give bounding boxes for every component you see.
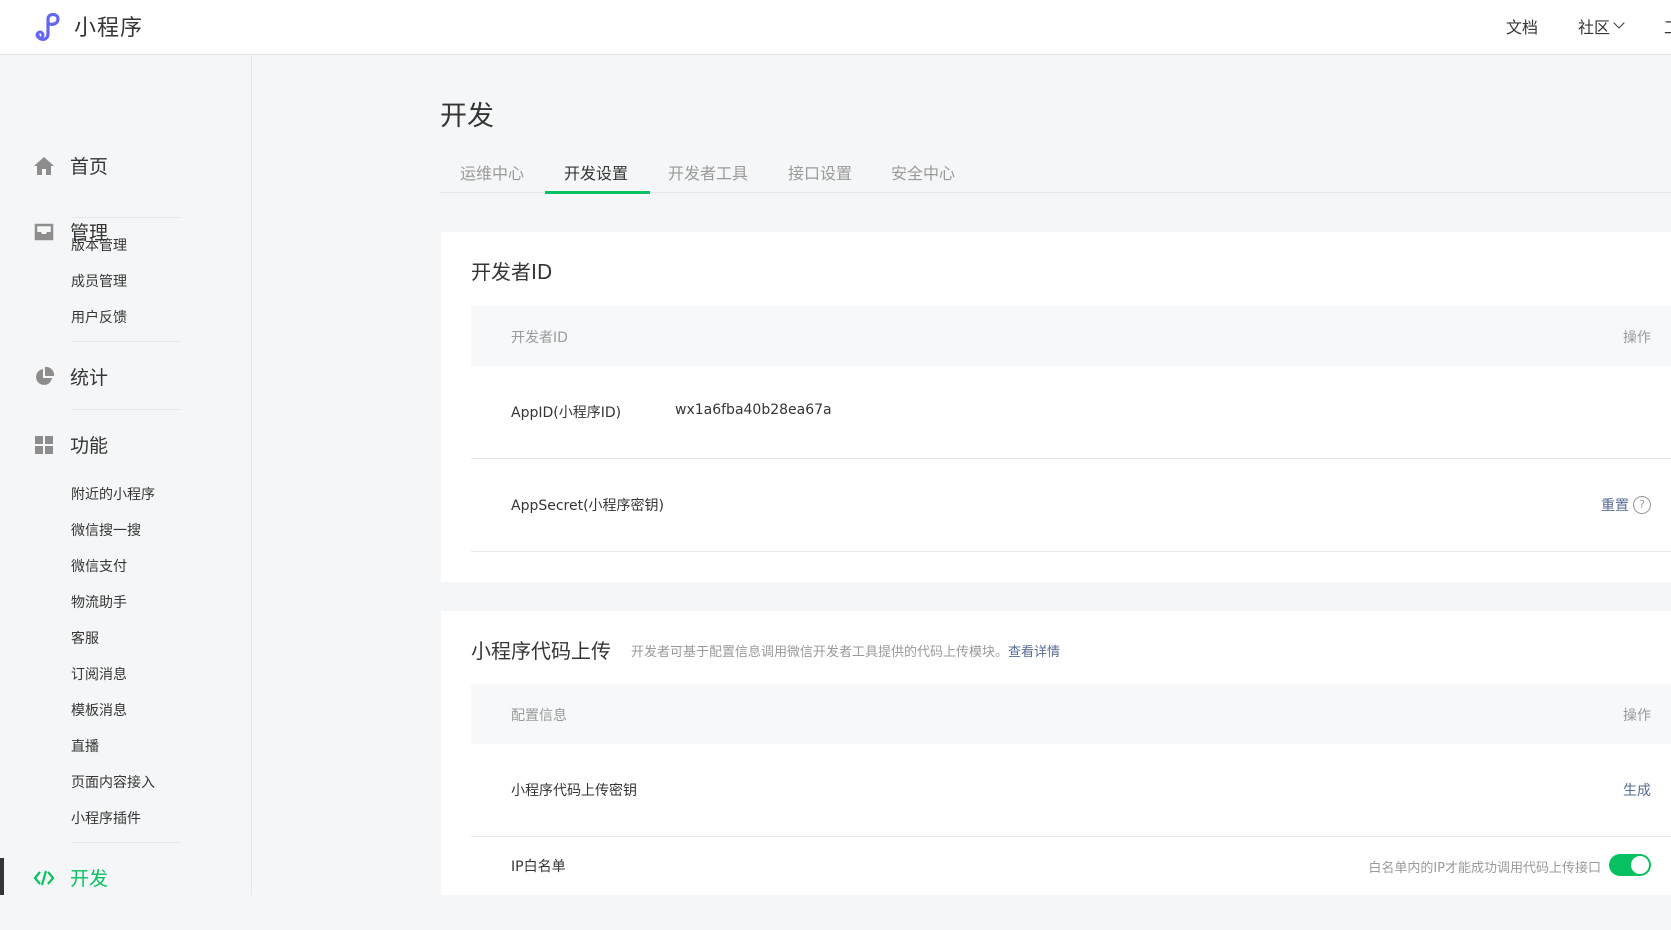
- sidebar-subitem-nearby[interactable]: 附近的小程序: [71, 484, 155, 504]
- sidebar-item-label: 开发: [70, 867, 109, 890]
- sidebar-subitem-customer-service[interactable]: 客服: [71, 628, 99, 648]
- sidebar-subitem-pay[interactable]: 微信支付: [71, 556, 127, 576]
- page-title: 开发: [440, 101, 494, 132]
- developer-id-title: 开发者ID: [471, 260, 553, 284]
- upload-key-row: 小程序代码上传密钥 生成: [471, 744, 1671, 837]
- appid-row: AppID(小程序ID) wx1a6fba40b28ea67a: [471, 366, 1671, 459]
- code-upload-title: 小程序代码上传: [471, 639, 611, 663]
- tab-dev-tools[interactable]: 开发者工具: [668, 160, 748, 184]
- tab-bar: 运维中心 开发设置 开发者工具 接口设置 安全中心: [440, 150, 1671, 194]
- active-indicator: [0, 858, 4, 895]
- appid-label: AppID(小程序ID): [511, 405, 622, 421]
- mini-program-logo-icon: [35, 12, 60, 41]
- inbox-icon: [34, 223, 54, 241]
- sidebar-subitem-plugins[interactable]: 小程序插件: [71, 808, 141, 828]
- toggle-knob: [1631, 856, 1649, 874]
- tab-dev-settings[interactable]: 开发设置: [564, 160, 628, 184]
- appid-value: wx1a6fba40b28ea67a: [675, 402, 832, 418]
- col-config-info: 配置信息: [511, 708, 567, 724]
- logo[interactable]: 小程序: [34, 10, 143, 42]
- code-icon: [33, 870, 55, 886]
- divider: [71, 842, 181, 843]
- col-operation: 操作: [1623, 708, 1651, 724]
- sidebar-subitem-version[interactable]: 版本管理: [71, 235, 127, 255]
- sidebar-item-label: 功能: [70, 434, 109, 457]
- developer-id-table-header: 开发者ID 操作: [471, 306, 1671, 366]
- tab-api-settings[interactable]: 接口设置: [788, 160, 852, 184]
- appsecret-row: AppSecret(小程序密钥) 重置 ?: [471, 459, 1671, 552]
- ip-whitelist-toggle[interactable]: [1609, 854, 1651, 876]
- ip-whitelist-label: IP白名单: [511, 859, 566, 875]
- pie-chart-icon: [36, 366, 55, 385]
- tab-active-underline: [545, 191, 650, 194]
- divider: [71, 409, 181, 410]
- app-name: 小程序: [74, 16, 144, 41]
- sidebar-item-features[interactable]: 功能: [0, 424, 252, 464]
- code-upload-desc: 开发者可基于配置信息调用微信开发者工具提供的代码上传模块。查看详情: [631, 641, 1060, 660]
- sidebar-item-stats[interactable]: 统计: [0, 356, 252, 396]
- reset-secret-link[interactable]: 重置: [1601, 495, 1629, 515]
- nav-community[interactable]: 社区: [1578, 0, 1625, 51]
- sidebar-subitem-search[interactable]: 微信搜一搜: [71, 520, 141, 540]
- sidebar-subitem-template-msg[interactable]: 模板消息: [71, 700, 127, 720]
- code-upload-table-header: 配置信息 操作: [471, 684, 1671, 744]
- ip-whitelist-row: IP白名单 白名单内的IP才能成功调用代码上传接口: [471, 837, 1671, 930]
- developer-id-card: 开发者ID 开发者ID 操作 AppID(小程序ID) wx1a6fba40b2…: [441, 232, 1671, 582]
- grid-icon: [35, 436, 53, 454]
- view-details-link[interactable]: 查看详情: [1008, 645, 1060, 660]
- sidebar-subitem-subscribe-msg[interactable]: 订阅消息: [71, 664, 127, 684]
- home-icon: [34, 157, 54, 175]
- upload-key-label: 小程序代码上传密钥: [511, 783, 637, 799]
- col-operation: 操作: [1623, 330, 1651, 346]
- tab-security-center[interactable]: 安全中心: [891, 160, 955, 184]
- sidebar-subitem-live[interactable]: 直播: [71, 736, 99, 756]
- sidebar-item-label: 统计: [70, 366, 109, 389]
- help-icon[interactable]: ?: [1633, 496, 1651, 514]
- divider: [71, 341, 181, 342]
- sidebar-item-dev[interactable]: 开发: [0, 857, 252, 897]
- col-developer-id: 开发者ID: [511, 330, 568, 346]
- nav-docs[interactable]: 文档: [1506, 0, 1538, 51]
- ip-whitelist-hint: 白名单内的IP才能成功调用代码上传接口: [1368, 861, 1601, 876]
- sidebar-item-home[interactable]: 首页: [0, 145, 252, 185]
- sidebar-item-label: 首页: [70, 155, 109, 178]
- sidebar-subitem-members[interactable]: 成员管理: [71, 271, 127, 291]
- top-header: 小程序 文档 社区 工: [0, 0, 1671, 55]
- generate-key-link[interactable]: 生成: [1623, 780, 1651, 800]
- sidebar-subitem-page-content[interactable]: 页面内容接入: [71, 772, 155, 792]
- sidebar-subitem-feedback[interactable]: 用户反馈: [71, 307, 127, 327]
- sidebar: 首页 管理 版本管理 成员管理 用户反馈 统计 功能 附近的小程序 微信搜一搜 …: [0, 56, 252, 895]
- code-upload-desc-text: 开发者可基于配置信息调用微信开发者工具提供的代码上传模块。: [631, 645, 1009, 660]
- sidebar-subitem-logistics[interactable]: 物流助手: [71, 592, 127, 612]
- code-upload-card: 小程序代码上传 开发者可基于配置信息调用微信开发者工具提供的代码上传模块。查看详…: [441, 611, 1671, 895]
- chevron-down-icon: [1613, 17, 1625, 29]
- tab-ops-center[interactable]: 运维中心: [460, 160, 524, 184]
- appsecret-label: AppSecret(小程序密钥): [511, 498, 665, 514]
- nav-community-label: 社区: [1578, 17, 1611, 37]
- nav-tools[interactable]: 工: [1664, 0, 1671, 51]
